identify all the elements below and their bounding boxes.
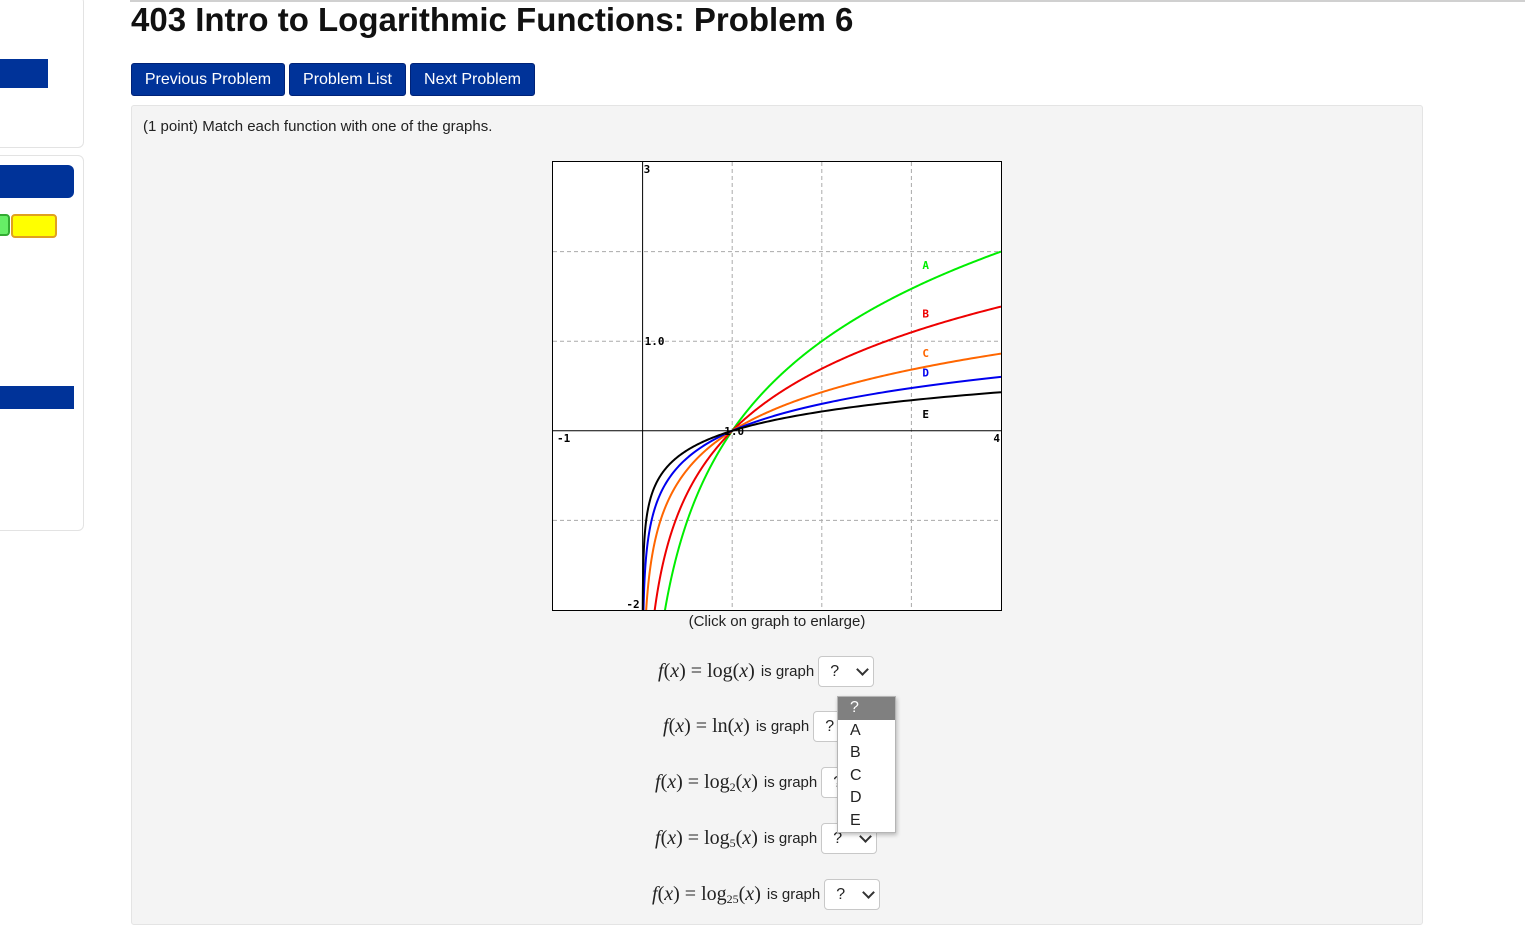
graph-options-dropdown[interactable]: ? A B C D E (837, 696, 896, 833)
graph-caption: (Click on graph to enlarge) (688, 613, 866, 630)
series-label-B: B (922, 308, 929, 321)
series-label-A: A (922, 259, 929, 272)
next-problem-button[interactable]: Next Problem (410, 63, 535, 96)
tick-label: 3 (644, 163, 651, 176)
dropdown-option[interactable]: A (838, 720, 895, 743)
select-value: ? (836, 885, 846, 903)
series-line-C (644, 352, 1002, 628)
select-value: ? (830, 662, 840, 680)
log-graph-chart: A B CD E -1 4 -2 3 1.0 1.0 (553, 162, 1002, 629)
chevron-down-icon (856, 662, 870, 676)
function-label: f(x) = ln(x) (663, 715, 750, 737)
dropdown-option[interactable]: B (838, 742, 895, 765)
dropdown-option[interactable]: C (838, 765, 895, 788)
graph-select-1[interactable]: ? (818, 656, 875, 687)
dropdown-option[interactable]: E (838, 810, 895, 833)
tick-label: 4 (993, 432, 1000, 445)
status-green-indicator (0, 214, 10, 236)
tick-label: 1.0 (645, 335, 665, 348)
page-title: 403 Intro to Logarithmic Functions: Prob… (131, 1, 854, 38)
is-graph-label: is graph (763, 774, 818, 791)
sidebar-card-lower (0, 155, 84, 531)
series-label-E: E (922, 408, 929, 421)
tick-label: -1 (557, 432, 571, 445)
select-value: ? (825, 717, 835, 735)
chevron-down-icon (862, 885, 876, 899)
graph-select-5[interactable]: ? (824, 879, 881, 910)
function-label: f(x) = log(x) (658, 660, 755, 682)
tick-label: -2 (626, 598, 639, 610)
problem-statement: (1 point) Match each function with one o… (143, 118, 493, 135)
function-label: f(x) = log2(x) (655, 770, 758, 794)
status-yellow-indicator (11, 214, 57, 238)
graph-image[interactable]: A B C D E -1 4 -2 3 1.0 1.0 (552, 161, 1002, 629)
sidebar-nav-button[interactable] (0, 59, 48, 88)
series-label-D: D (922, 367, 929, 380)
dropdown-option[interactable]: ? (838, 697, 895, 720)
sidebar-action-button[interactable] (0, 386, 74, 409)
is-graph-label: is graph (766, 886, 821, 903)
dropdown-option[interactable]: D (838, 787, 895, 810)
answer-row-1: f(x) = log(x) is graph ? (658, 656, 875, 687)
series-label-C: C (922, 347, 929, 360)
function-label: f(x) = log25(x) (652, 882, 761, 906)
function-label: f(x) = log5(x) (655, 826, 758, 850)
tick-label: 1.0 (724, 425, 744, 438)
series-line-B (651, 305, 1002, 629)
sidebar-section-button[interactable] (0, 165, 74, 198)
answer-row-5: f(x) = log25(x) is graph ? (652, 879, 881, 910)
previous-problem-button[interactable]: Previous Problem (131, 63, 285, 96)
is-graph-label: is graph (763, 830, 818, 847)
problem-list-button[interactable]: Problem List (289, 63, 406, 96)
is-graph-label: is graph (760, 663, 815, 680)
is-graph-label: is graph (755, 718, 810, 735)
